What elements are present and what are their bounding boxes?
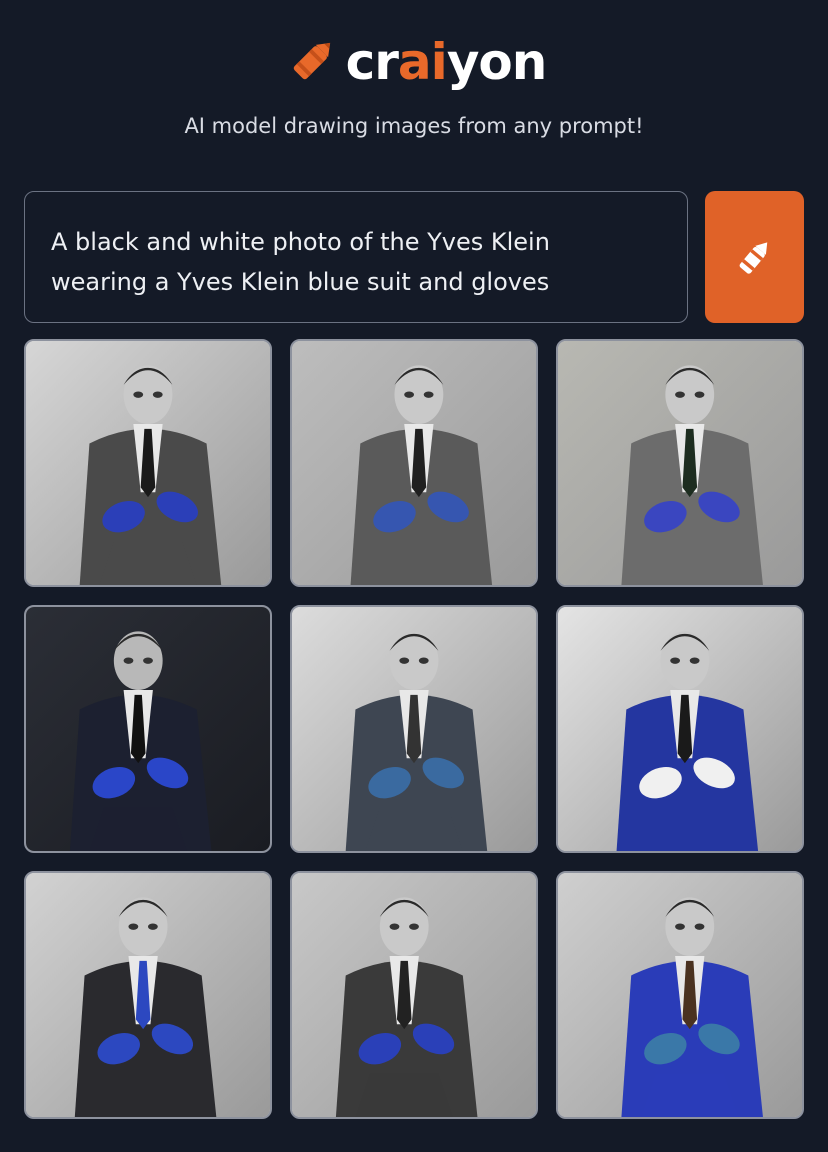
generated-image-tile[interactable] [556,871,804,1119]
eye [694,391,705,398]
trousers [636,807,734,851]
face [665,897,715,956]
generated-image-tile[interactable] [556,339,804,587]
generated-image-tile[interactable] [24,339,272,587]
generated-image [558,341,802,585]
eye [399,657,410,664]
generated-image [292,607,536,851]
eye [418,657,429,664]
eye [133,391,144,398]
generated-image [292,873,536,1117]
face [394,365,444,424]
trousers [640,1073,739,1117]
generated-image-tile[interactable] [24,605,272,853]
logo-wordmark: craiyon [346,37,548,87]
trousers [94,1073,192,1117]
face [389,631,439,690]
generated-image [558,873,802,1117]
eye [152,391,163,398]
tagline: AI model drawing images from any prompt! [184,114,644,138]
trousers [89,807,188,851]
logo-text-accent: ai [397,33,448,91]
face [660,631,710,690]
trousers [640,541,739,585]
face [665,365,715,424]
eye [694,923,705,930]
eye [404,391,414,398]
eye [143,657,153,664]
eye [409,923,419,930]
generated-image [292,341,536,585]
generated-image-tile[interactable] [556,605,804,853]
eye [675,923,685,930]
generated-image-tile[interactable] [290,871,538,1119]
face [118,897,168,956]
eye [689,657,700,664]
generated-image [26,341,270,585]
eye [670,657,680,664]
generated-image [26,607,270,851]
prompt-line: wearing a Yves Klein blue suit and glove… [51,268,550,296]
generated-image [558,607,802,851]
eye [148,923,158,930]
generated-image-tile[interactable] [24,871,272,1119]
trousers [355,1073,454,1117]
face [113,631,163,690]
generated-image [26,873,270,1117]
face [379,897,429,956]
prompt-line: A black and white photo of the Yves Klei… [51,228,550,256]
craiyon-page: craiyon AI model drawing images from any… [0,0,828,1152]
face [123,365,173,424]
generated-image-tile[interactable] [290,605,538,853]
trousers [370,541,468,585]
eye [675,391,685,398]
logo-text-part: yon [446,33,548,91]
eye [423,391,434,398]
eye [123,657,134,664]
trousers [99,541,197,585]
results-grid [24,339,804,1119]
eye [389,923,400,930]
prompt-input[interactable]: A black and white photo of the Yves Klei… [24,191,688,323]
logo[interactable]: craiyon [0,30,828,94]
trousers [365,807,463,851]
generated-image-tile[interactable] [290,339,538,587]
logo-text-part: cr [345,33,399,91]
crayon-logo-icon [293,42,330,80]
crayon-icon [739,242,767,274]
draw-button[interactable] [705,191,804,323]
eye [128,923,139,930]
